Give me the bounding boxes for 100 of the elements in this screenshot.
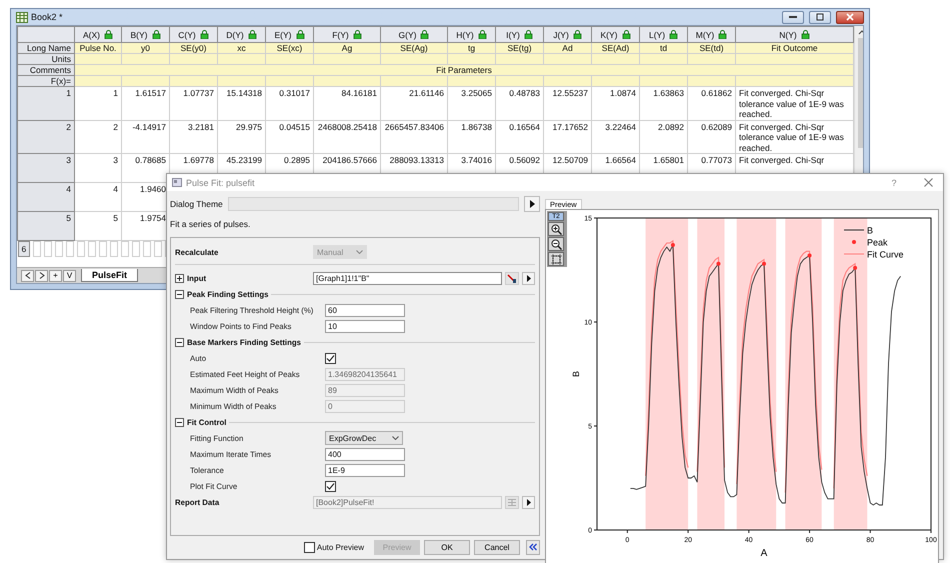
table-cell: 3.22464 xyxy=(605,122,636,132)
peak-marker xyxy=(762,262,766,266)
lock-icon xyxy=(152,30,160,39)
table-cell: Fit converged. Chi-Sqr xyxy=(739,155,824,165)
column-header[interactable]: B(Y) xyxy=(122,26,170,42)
column-header[interactable]: G(Y) xyxy=(380,26,448,42)
input-field[interactable]: 10 xyxy=(325,320,405,332)
table-cell: 1.9754 xyxy=(140,213,166,223)
app-icon xyxy=(172,178,182,187)
table-cell: -4.14917 xyxy=(132,122,166,132)
corner-cell[interactable] xyxy=(18,26,74,42)
dialog-button[interactable]: OK xyxy=(424,540,470,554)
row-header[interactable]: Units xyxy=(18,54,74,64)
sheet-nav-button[interactable]: V xyxy=(63,270,76,282)
collapse-icon[interactable] xyxy=(175,418,184,426)
close-icon xyxy=(846,13,854,21)
table-cell: 21.61146 xyxy=(409,88,444,98)
row-header[interactable]: 6 xyxy=(18,241,30,257)
table-cell: 1.65801 xyxy=(653,155,684,165)
sheet-tab[interactable]: PulseFit xyxy=(81,269,138,282)
row-header[interactable]: 1 xyxy=(18,86,74,120)
checkbox[interactable] xyxy=(325,480,336,492)
expand-icon[interactable] xyxy=(175,274,184,282)
table-cell: 29.975 xyxy=(236,122,262,132)
collapse-icon[interactable] xyxy=(175,338,184,346)
peak-marker xyxy=(853,266,858,270)
theme-label: Dialog Theme xyxy=(170,199,223,209)
input-field[interactable]: 60 xyxy=(325,304,405,316)
column-header[interactable]: F(Y) xyxy=(314,26,380,42)
close-icon xyxy=(924,178,932,187)
column-header[interactable]: D(Y) xyxy=(218,26,266,42)
comment-cell: Fit Parameters xyxy=(74,64,854,76)
y-axis-title: B xyxy=(571,371,581,377)
theme-menu-button[interactable] xyxy=(524,196,540,212)
close-button[interactable] xyxy=(836,10,864,24)
dropdown[interactable]: ExpGrowDec xyxy=(325,431,403,445)
row-header[interactable]: 5 xyxy=(18,212,74,240)
row-header[interactable]: 3 xyxy=(18,154,74,182)
triangle-icon xyxy=(526,498,530,506)
column-header[interactable]: N(Y) xyxy=(736,26,854,42)
label-cell: xc xyxy=(237,44,246,52)
label-cell: SE(td) xyxy=(699,44,724,52)
next-sheet-button[interactable] xyxy=(35,270,48,282)
column-header[interactable]: C(Y) xyxy=(170,26,218,42)
label-cell: SE(xc) xyxy=(276,44,302,52)
label-cell: SE(Ag) xyxy=(400,44,428,52)
column-header[interactable]: A(X) xyxy=(74,26,122,42)
menu-arrow-button[interactable] xyxy=(522,496,535,508)
help-button[interactable]: ? xyxy=(879,174,909,191)
table-cell: 0.2895 xyxy=(284,155,310,165)
column-header[interactable]: J(Y) xyxy=(544,26,592,42)
zoom-in-button[interactable] xyxy=(548,222,564,236)
table-cell: 3 xyxy=(113,155,118,165)
column-header[interactable]: E(Y) xyxy=(266,26,314,42)
row-header[interactable]: Long Name xyxy=(18,42,74,54)
collapse-icon[interactable] xyxy=(175,290,184,298)
dialog-button[interactable]: Cancel xyxy=(474,540,520,554)
lock-icon xyxy=(524,30,533,39)
collapse-button[interactable] xyxy=(526,540,540,554)
column-header[interactable]: K(Y) xyxy=(592,26,640,42)
pick-icon[interactable] xyxy=(505,272,519,284)
column-header[interactable]: I(Y) xyxy=(496,26,544,42)
row-header[interactable]: Comments xyxy=(18,64,74,76)
lock-icon xyxy=(572,30,582,39)
minimize-button[interactable] xyxy=(782,10,804,24)
row-header[interactable]: 2 xyxy=(18,120,74,154)
row-header[interactable]: 4 xyxy=(18,182,74,212)
input-field[interactable]: [Graph1]1!1"B" xyxy=(313,272,502,284)
table-cell: 1.9460 xyxy=(140,184,166,194)
description-text: Fit a series of pulses. xyxy=(170,219,252,229)
input-field[interactable]: 1E-9 xyxy=(325,464,405,476)
previous-sheet-button[interactable] xyxy=(21,270,34,282)
maximize-button[interactable] xyxy=(809,10,831,24)
table-cell: 1.0874 xyxy=(610,88,636,98)
lock-icon xyxy=(669,30,678,39)
checkbox[interactable] xyxy=(325,352,336,364)
worksheet-icon xyxy=(16,12,28,22)
sheet-nav-button[interactable]: + xyxy=(49,270,62,282)
lock-icon xyxy=(622,30,630,39)
lock-icon xyxy=(352,30,362,39)
table-cell: 0.31017 xyxy=(279,88,310,98)
table-cell: 17.17652 xyxy=(552,122,588,132)
zoom-out-button[interactable] xyxy=(548,237,564,251)
menu-arrow-button[interactable] xyxy=(522,272,535,284)
maximize-icon xyxy=(816,13,824,21)
table-cell: 84.16181 xyxy=(342,88,377,98)
checkbox[interactable] xyxy=(304,542,315,552)
row-header[interactable]: F(x)= xyxy=(18,76,74,86)
column-header[interactable]: L(Y) xyxy=(640,26,688,42)
column-header[interactable]: M(Y) xyxy=(688,26,736,42)
table-cell: 2 xyxy=(113,122,118,132)
table-cell: 1.86738 xyxy=(461,122,492,132)
minimize-icon xyxy=(789,15,797,19)
table-cell: 204186.57666 xyxy=(322,155,377,165)
table-cell: 1.66564 xyxy=(605,155,636,165)
table-cell: 1 xyxy=(113,88,118,98)
table-cell: 5 xyxy=(113,213,118,223)
column-header[interactable]: H(Y) xyxy=(448,26,496,42)
rescale-button[interactable] xyxy=(548,252,564,266)
input-field[interactable]: 400 xyxy=(325,448,405,460)
